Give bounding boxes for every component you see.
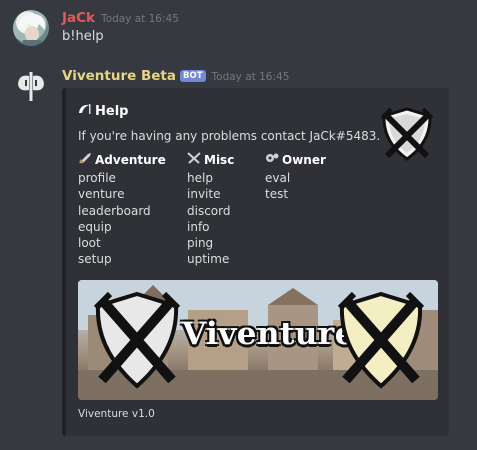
- field-values: eval test: [265, 170, 326, 203]
- embed-description: If you're having any problems contact Ja…: [78, 129, 381, 143]
- command-eval: eval: [265, 171, 291, 185]
- dagger-icon: [78, 152, 92, 167]
- username-text[interactable]: JaCk: [62, 10, 95, 26]
- embed-title: Help: [78, 103, 128, 119]
- command-leaderboard: leaderboard: [78, 203, 151, 218]
- command-info: info: [187, 219, 210, 234]
- command-venture: venture: [78, 187, 125, 202]
- embed-footer: Viventure v1.0: [78, 408, 155, 420]
- timestamp: Today at 16:45: [101, 13, 179, 25]
- bot-avatar[interactable]: [13, 68, 49, 104]
- bot-tag: BOT: [180, 70, 206, 82]
- command-equip: equip: [78, 219, 112, 234]
- command-discord: discord: [187, 203, 231, 218]
- field-name: Misc: [187, 152, 234, 167]
- user-avatar[interactable]: [13, 10, 49, 46]
- shield-swords-right-icon: [337, 291, 425, 389]
- field-name: Owner: [265, 152, 326, 167]
- command-help: help: [187, 171, 213, 185]
- help-embed: Help If you're having any problems conta…: [62, 88, 449, 436]
- command-loot: loot: [78, 236, 101, 251]
- bot-name[interactable]: Viventure Beta: [62, 68, 176, 84]
- username-bot[interactable]: Viventure Beta BOT Today at 16:45: [62, 68, 289, 84]
- command-uptime: uptime: [187, 252, 230, 267]
- field-adventure: Adventure profile venture leaderboard eq…: [78, 152, 166, 268]
- embed-thumbnail[interactable]: [379, 106, 435, 162]
- embed-banner-image[interactable]: Viventure: [78, 280, 438, 400]
- axe-icon: [18, 72, 44, 101]
- command-profile: profile: [78, 171, 116, 185]
- field-values: profile venture leaderboard equip loot s…: [78, 170, 166, 268]
- field-name-text: Misc: [204, 153, 235, 167]
- username-jack[interactable]: JaCk Today at 16:45: [62, 10, 179, 26]
- field-name: Adventure: [78, 152, 166, 167]
- timestamp: Today at 16:45: [211, 71, 290, 83]
- command-test: test: [265, 187, 289, 202]
- field-misc: Misc help invite discord info ping uptim…: [187, 152, 234, 268]
- field-owner: Owner eval test: [265, 152, 326, 203]
- embed-title-text: Help: [95, 104, 129, 119]
- field-name-text: Owner: [282, 153, 326, 167]
- command-invite: invite: [187, 187, 221, 202]
- command-setup: setup: [78, 252, 112, 267]
- crossed-swords-icon: [187, 152, 201, 167]
- shield-swords-icon: [380, 107, 434, 161]
- scythe-icon: [78, 103, 92, 119]
- field-name-text: Adventure: [95, 153, 166, 167]
- gears-icon: [265, 152, 279, 167]
- command-ping: ping: [187, 236, 214, 251]
- banner-title: Viventure: [182, 316, 355, 352]
- shield-swords-left-icon: [93, 291, 181, 389]
- message-text: b!help: [62, 29, 104, 44]
- field-values: help invite discord info ping uptime: [187, 170, 234, 268]
